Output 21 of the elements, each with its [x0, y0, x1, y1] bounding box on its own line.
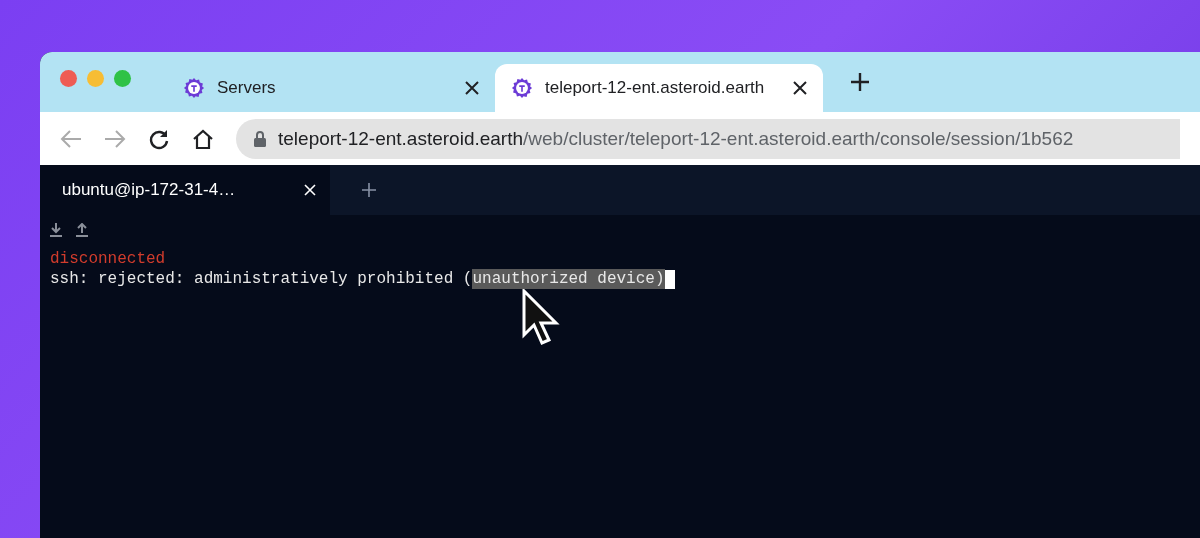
- terminal-text: disconnected: [50, 249, 166, 269]
- download-icon[interactable]: [50, 223, 62, 237]
- address-bar[interactable]: teleport-12-ent.asteroid.earth/web/cluster/teleport-12-ent.asteroid.earth/console/session/1b562: [236, 118, 1180, 159]
- upload-icon[interactable]: [76, 223, 88, 237]
- url-text: teleport-12-ent.asteroid.earth/web/cluster/teleport-12-ent.asteroid.earth/console/session/1b562: [278, 127, 1074, 150]
- tab-title: teleport-12-ent.asteroid.earth: [545, 78, 766, 98]
- lock-icon: [254, 130, 266, 147]
- terminal-tab[interactable]: ubuntu@ip-172-31-4…: [40, 165, 330, 215]
- gear-logo-icon: [511, 77, 533, 99]
- browser-tab[interactable]: teleport-12-ent.asteroid.earth: [495, 64, 823, 112]
- gear-logo-icon: [183, 77, 205, 99]
- close-icon[interactable]: [793, 81, 807, 95]
- terminal-text: ssh: rejected: administratively prohibited (: [50, 269, 473, 289]
- selected-text: unauthorized device): [472, 269, 665, 289]
- mouse-pointer-icon: [522, 289, 560, 345]
- tab-title: Servers: [217, 78, 277, 98]
- browser-tab[interactable]: Servers: [167, 64, 495, 112]
- close-icon[interactable]: [465, 81, 479, 95]
- home-icon[interactable]: [192, 127, 214, 150]
- new-tab-icon[interactable]: [851, 73, 869, 91]
- tab-title: ubuntu@ip-172-31-4…: [62, 180, 236, 200]
